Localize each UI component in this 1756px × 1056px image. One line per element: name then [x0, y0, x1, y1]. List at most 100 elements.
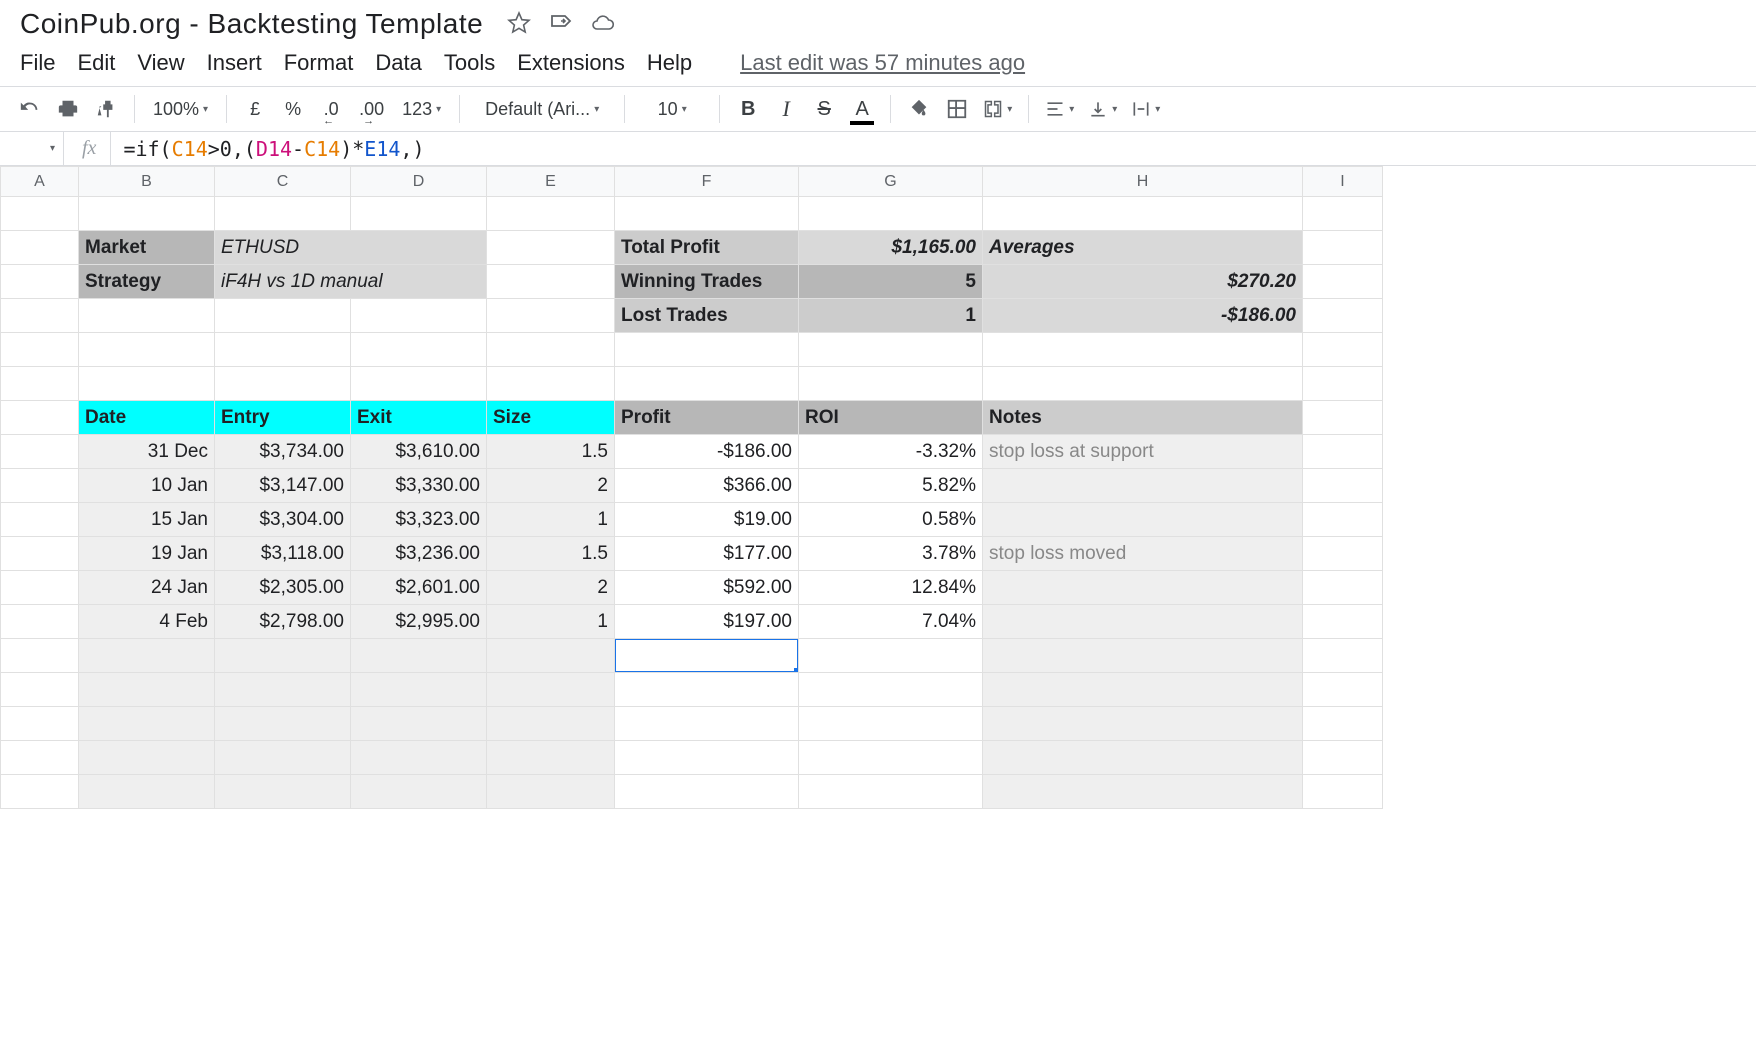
trade-entry[interactable]: $3,147.00: [215, 469, 351, 503]
trade-roi[interactable]: 7.04%: [799, 605, 983, 639]
trade-size[interactable]: 2: [487, 469, 615, 503]
increase-decimal-button[interactable]: .00→: [353, 93, 390, 125]
trade-size[interactable]: 1: [487, 605, 615, 639]
trade-date[interactable]: 4 Feb: [79, 605, 215, 639]
strategy-value[interactable]: iF4H vs 1D manual: [215, 265, 487, 299]
trade-exit[interactable]: $2,601.00: [351, 571, 487, 605]
menu-data[interactable]: Data: [375, 50, 421, 76]
trade-profit[interactable]: $19.00: [615, 503, 799, 537]
trade-notes[interactable]: [983, 503, 1303, 537]
borders-icon[interactable]: [941, 93, 973, 125]
trade-date[interactable]: 10 Jan: [79, 469, 215, 503]
lost-avg[interactable]: -$186.00: [983, 299, 1303, 333]
col-header-h[interactable]: H: [983, 167, 1303, 197]
lost-label[interactable]: Lost Trades: [615, 299, 799, 333]
name-box[interactable]: [0, 132, 64, 165]
header-notes[interactable]: Notes: [983, 401, 1303, 435]
lost-value[interactable]: 1: [799, 299, 983, 333]
move-icon[interactable]: [549, 11, 573, 38]
trade-exit[interactable]: $2,995.00: [351, 605, 487, 639]
trade-size[interactable]: 1: [487, 503, 615, 537]
header-exit[interactable]: Exit: [351, 401, 487, 435]
trade-profit[interactable]: -$186.00: [615, 435, 799, 469]
col-header-i[interactable]: I: [1303, 167, 1383, 197]
spreadsheet-grid[interactable]: A B C D E F G H I Market ETHUSD Total Pr…: [0, 166, 1756, 809]
total-profit-value[interactable]: $1,165.00: [799, 231, 983, 265]
menu-insert[interactable]: Insert: [207, 50, 262, 76]
trade-exit[interactable]: $3,236.00: [351, 537, 487, 571]
strikethrough-button[interactable]: S: [808, 93, 840, 125]
trade-profit[interactable]: $592.00: [615, 571, 799, 605]
trade-exit[interactable]: $3,610.00: [351, 435, 487, 469]
horizontal-align-icon[interactable]: [1041, 93, 1078, 125]
col-header-d[interactable]: D: [351, 167, 487, 197]
market-label[interactable]: Market: [79, 231, 215, 265]
menu-extensions[interactable]: Extensions: [517, 50, 625, 76]
last-edit[interactable]: Last edit was 57 minutes ago: [740, 50, 1025, 76]
averages-label[interactable]: Averages: [983, 231, 1303, 265]
winning-label[interactable]: Winning Trades: [615, 265, 799, 299]
menu-help[interactable]: Help: [647, 50, 692, 76]
trade-entry[interactable]: $3,734.00: [215, 435, 351, 469]
font-selector[interactable]: Default (Ari...: [472, 93, 612, 125]
paint-format-icon[interactable]: [90, 93, 122, 125]
trade-size[interactable]: 1.5: [487, 537, 615, 571]
trade-notes[interactable]: stop loss at support: [983, 435, 1303, 469]
trade-roi[interactable]: 12.84%: [799, 571, 983, 605]
menu-tools[interactable]: Tools: [444, 50, 495, 76]
col-header-c[interactable]: C: [215, 167, 351, 197]
bold-button[interactable]: B: [732, 93, 764, 125]
font-size-selector[interactable]: 10: [637, 93, 707, 125]
text-color-button[interactable]: A: [846, 93, 878, 125]
trade-roi[interactable]: -3.32%: [799, 435, 983, 469]
trade-entry[interactable]: $3,118.00: [215, 537, 351, 571]
trade-size[interactable]: 2: [487, 571, 615, 605]
market-value[interactable]: ETHUSD: [215, 231, 487, 265]
selected-cell[interactable]: [615, 639, 799, 673]
currency-format-button[interactable]: £: [239, 93, 271, 125]
menu-file[interactable]: File: [20, 50, 55, 76]
star-icon[interactable]: [507, 11, 531, 38]
trade-profit[interactable]: $177.00: [615, 537, 799, 571]
menu-format[interactable]: Format: [284, 50, 354, 76]
trade-exit[interactable]: $3,330.00: [351, 469, 487, 503]
header-profit[interactable]: Profit: [615, 401, 799, 435]
header-date[interactable]: Date: [79, 401, 215, 435]
fill-color-icon[interactable]: [903, 93, 935, 125]
col-header-a[interactable]: A: [1, 167, 79, 197]
header-entry[interactable]: Entry: [215, 401, 351, 435]
percent-format-button[interactable]: %: [277, 93, 309, 125]
col-header-g[interactable]: G: [799, 167, 983, 197]
trade-roi[interactable]: 5.82%: [799, 469, 983, 503]
doc-title[interactable]: CoinPub.org - Backtesting Template: [20, 8, 483, 40]
decrease-decimal-button[interactable]: .0←: [315, 93, 347, 125]
undo-icon[interactable]: [14, 93, 46, 125]
header-size[interactable]: Size: [487, 401, 615, 435]
trade-date[interactable]: 24 Jan: [79, 571, 215, 605]
trade-entry[interactable]: $2,798.00: [215, 605, 351, 639]
trade-profit[interactable]: $366.00: [615, 469, 799, 503]
menu-edit[interactable]: Edit: [77, 50, 115, 76]
merge-cells-icon[interactable]: [979, 93, 1016, 125]
trade-profit[interactable]: $197.00: [615, 605, 799, 639]
text-wrap-icon[interactable]: [1127, 93, 1164, 125]
formula-input[interactable]: =if(C14>0,(D14-C14)*E14,): [111, 132, 1756, 165]
cloud-icon[interactable]: [591, 11, 615, 38]
trade-entry[interactable]: $2,305.00: [215, 571, 351, 605]
winning-value[interactable]: 5: [799, 265, 983, 299]
trade-notes[interactable]: stop loss moved: [983, 537, 1303, 571]
trade-entry[interactable]: $3,304.00: [215, 503, 351, 537]
trade-notes[interactable]: [983, 469, 1303, 503]
col-header-e[interactable]: E: [487, 167, 615, 197]
italic-button[interactable]: I: [770, 93, 802, 125]
strategy-label[interactable]: Strategy: [79, 265, 215, 299]
print-icon[interactable]: [52, 93, 84, 125]
menu-view[interactable]: View: [137, 50, 184, 76]
col-header-f[interactable]: F: [615, 167, 799, 197]
trade-roi[interactable]: 0.58%: [799, 503, 983, 537]
total-profit-label[interactable]: Total Profit: [615, 231, 799, 265]
trade-notes[interactable]: [983, 571, 1303, 605]
trade-roi[interactable]: 3.78%: [799, 537, 983, 571]
zoom-selector[interactable]: 100%: [147, 93, 214, 125]
more-formats-button[interactable]: 123: [396, 93, 447, 125]
